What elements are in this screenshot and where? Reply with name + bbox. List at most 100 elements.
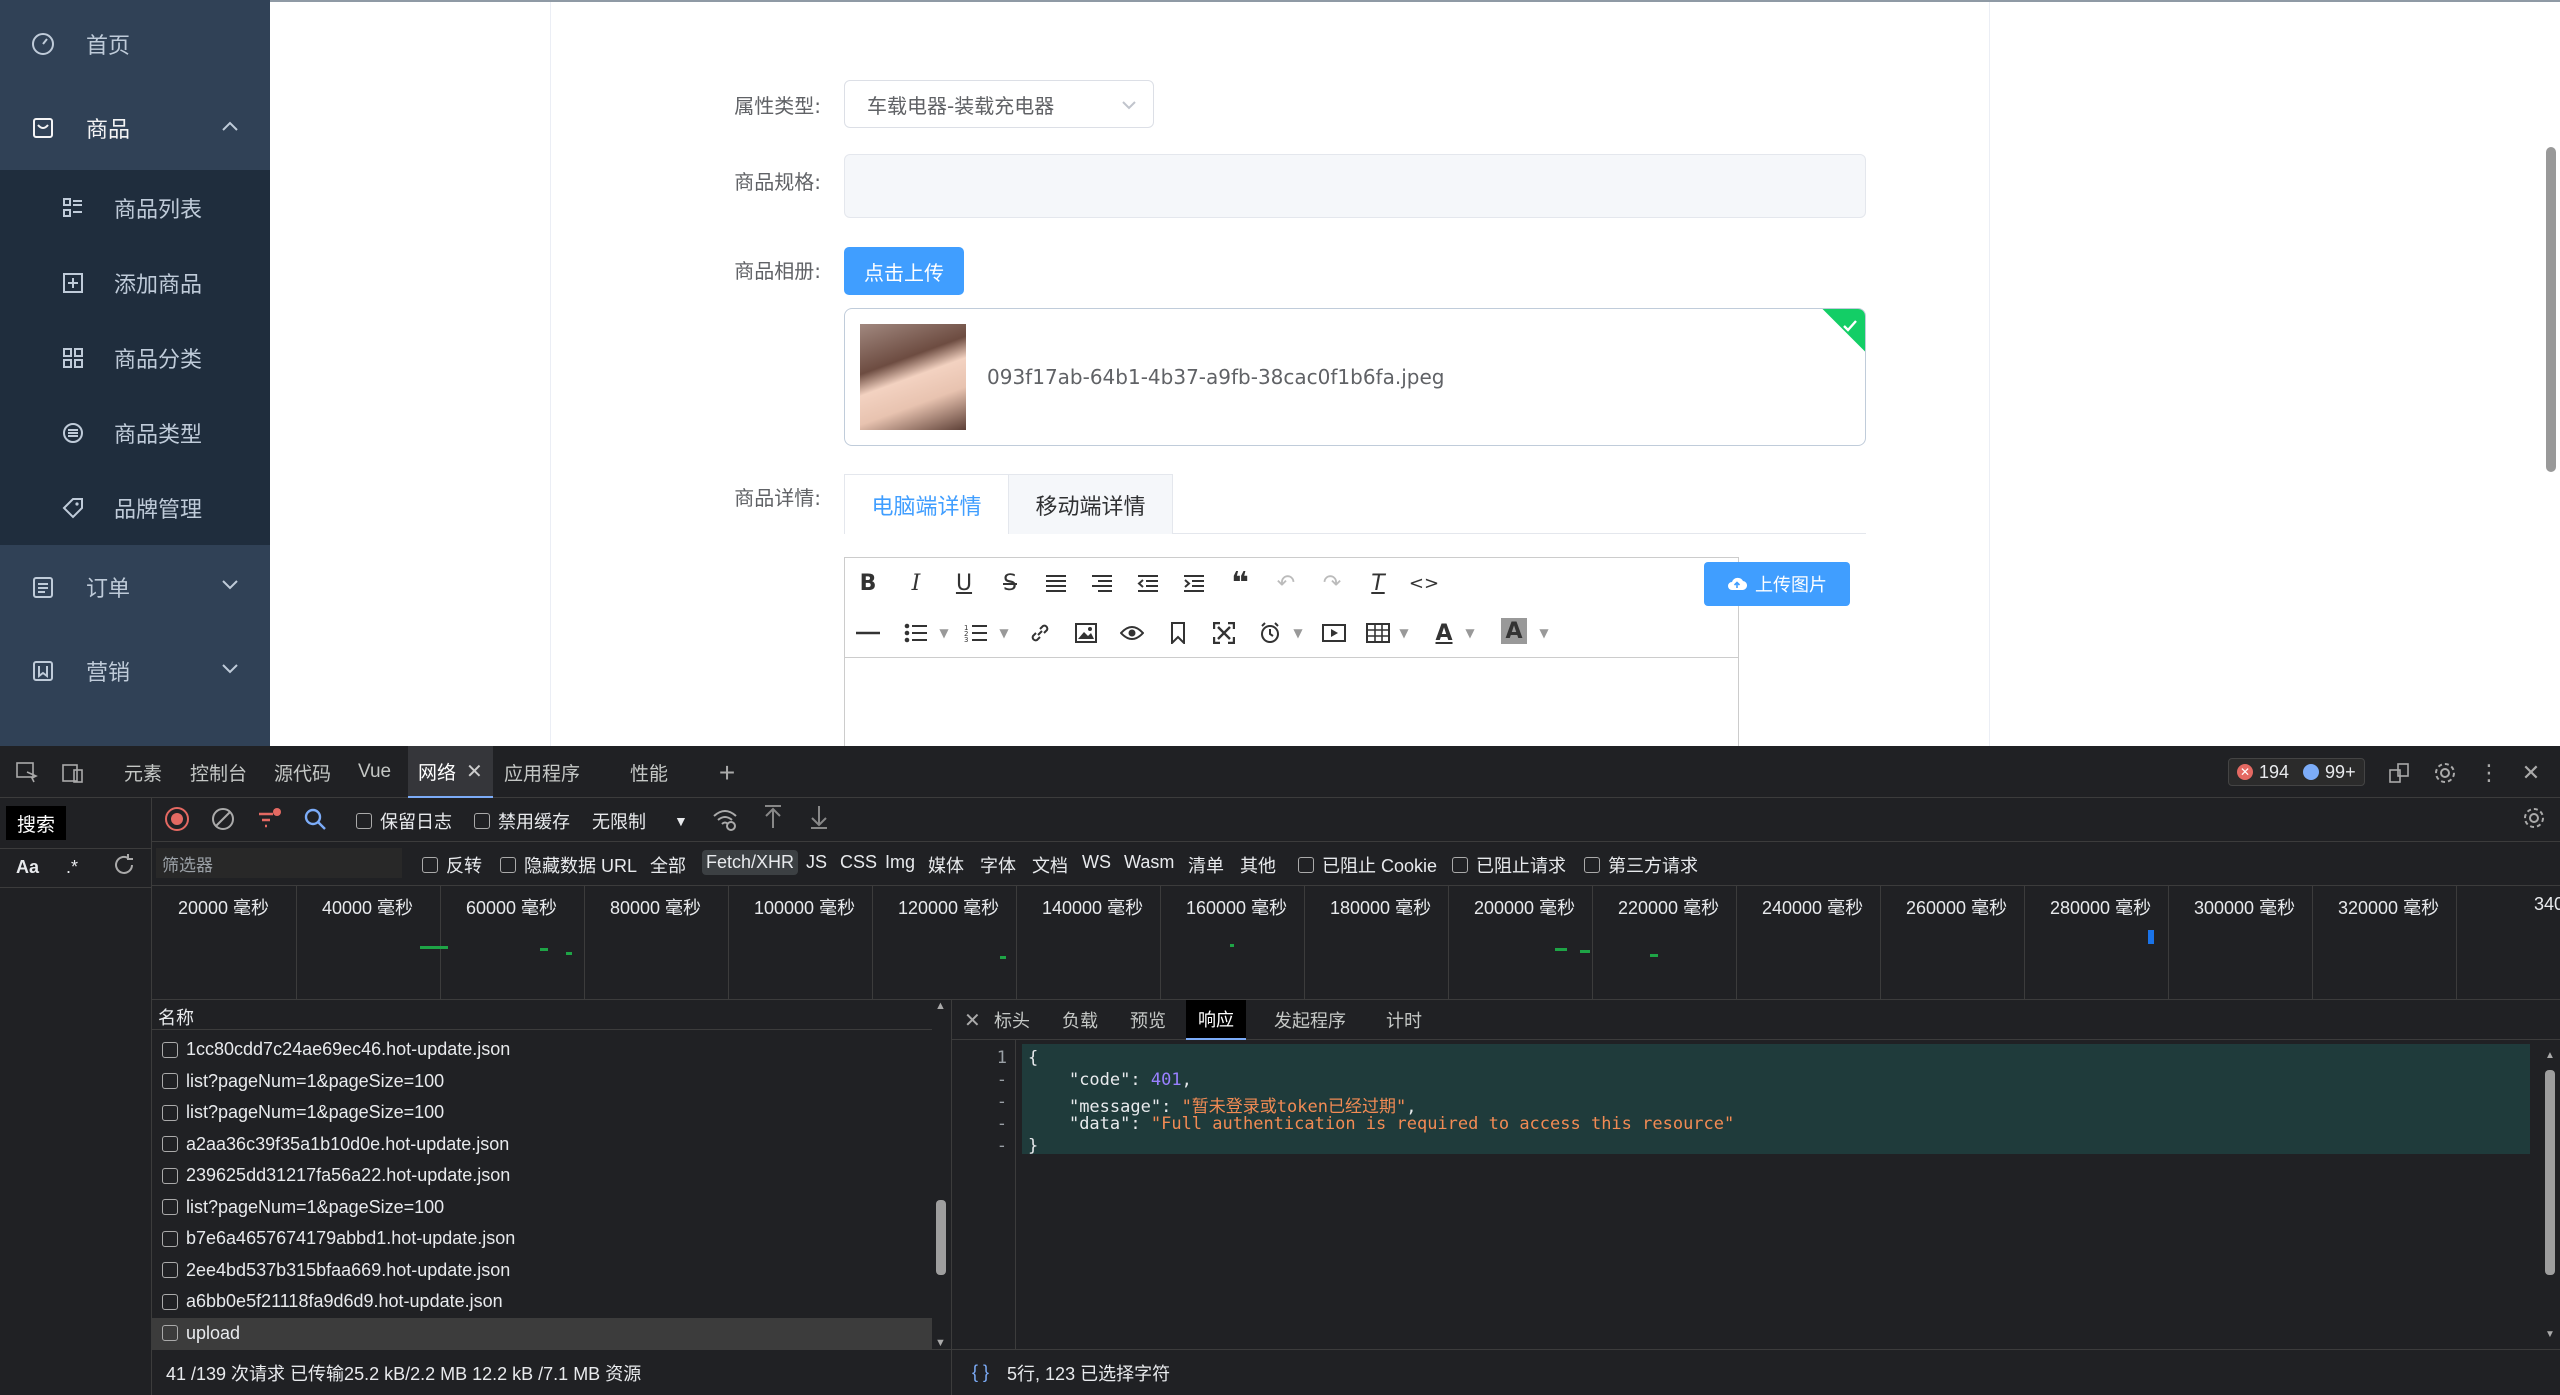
request-list-scrollbar-thumb[interactable] xyxy=(936,1200,946,1275)
table-row[interactable]: 239625dd31217fa56a22.hot-update.json xyxy=(152,1160,932,1191)
tab-vue[interactable]: Vue xyxy=(358,746,391,798)
checkbox[interactable] xyxy=(1452,857,1468,873)
click-upload-button[interactable]: 点击上传 xyxy=(844,247,964,295)
attr-type-select[interactable]: 车载电器-装载充电器 xyxy=(844,80,1154,128)
throttle-select[interactable]: 无限制 ▼ xyxy=(592,808,688,834)
sidebar-item-home[interactable]: 首页 xyxy=(0,2,270,86)
disable-cache-checkbox[interactable]: 禁用缓存 xyxy=(474,808,570,834)
search-tab[interactable]: 搜索 xyxy=(6,806,66,840)
response-body-code[interactable]: { "code": 401, "message": "暂未登录或token已经过… xyxy=(1022,1044,2532,1349)
filter-icon[interactable] xyxy=(256,806,282,832)
hide-data-url-checkbox[interactable]: 隐藏数据 URL xyxy=(500,852,637,878)
filter-type-manifest[interactable]: 清单 xyxy=(1184,850,1228,880)
checkbox[interactable] xyxy=(422,857,438,873)
align-right-icon[interactable] xyxy=(1087,568,1117,598)
tab-sources[interactable]: 源代码 xyxy=(274,746,331,798)
filter-type-js[interactable]: JS xyxy=(802,850,831,875)
tab-response[interactable]: 响应 xyxy=(1186,1000,1246,1040)
tab-initiator[interactable]: 发起程序 xyxy=(1262,1000,1358,1040)
tab-pc-detail[interactable]: 电脑端详情 xyxy=(844,474,1009,534)
sidebar-item-product[interactable]: 商品 xyxy=(0,86,270,170)
sidebar-item-product-list[interactable]: 商品列表 xyxy=(0,170,270,245)
uploaded-image-thumbnail[interactable] xyxy=(860,324,966,430)
sidebar-item-order[interactable]: 订单 xyxy=(0,545,270,629)
sidebar-item-product-type[interactable]: 商品类型 xyxy=(0,395,270,470)
add-tab-icon[interactable]: + xyxy=(714,757,740,788)
sidebar-item-add-product[interactable]: 添加商品 xyxy=(0,245,270,320)
caret-down-icon[interactable]: ▼ xyxy=(1389,618,1419,648)
scroll-down-icon[interactable]: ▼ xyxy=(935,1337,946,1349)
filter-type-css[interactable]: CSS xyxy=(836,850,881,875)
horizontal-rule-icon[interactable] xyxy=(853,618,883,648)
preserve-log-checkbox[interactable]: 保留日志 xyxy=(356,808,452,834)
sidebar-item-brand[interactable]: 品牌管理 xyxy=(0,470,270,545)
checkbox[interactable] xyxy=(1584,857,1600,873)
invert-checkbox[interactable]: 反转 xyxy=(422,852,482,878)
sync-icon[interactable] xyxy=(2386,760,2412,786)
import-har-icon[interactable] xyxy=(762,804,784,830)
bold-icon[interactable]: B xyxy=(853,568,883,598)
close-devtools-icon[interactable]: ✕ xyxy=(2518,760,2544,786)
error-badge[interactable]: ✕ 194 99+ xyxy=(2228,758,2365,786)
undo-icon[interactable]: ↶ xyxy=(1271,568,1301,598)
filter-type-font[interactable]: 字体 xyxy=(976,850,1020,880)
filter-type-ws[interactable]: WS xyxy=(1078,850,1115,875)
table-row[interactable]: a2aa36c39f35a1b10d0e.hot-update.json xyxy=(152,1129,932,1160)
more-vertical-icon[interactable]: ⋮ xyxy=(2476,760,2502,786)
caret-down-icon[interactable]: ▼ xyxy=(1529,618,1559,648)
request-list-header-name[interactable]: 名称 xyxy=(152,1000,932,1030)
background-color-icon[interactable]: A xyxy=(1501,618,1527,644)
table-row[interactable]: list?pageNum=1&pageSize=100 xyxy=(152,1097,932,1128)
caret-down-icon[interactable]: ▼ xyxy=(929,618,959,648)
table-row[interactable]: 2ee4bd537b315bfaa669.hot-update.json xyxy=(152,1255,932,1286)
refresh-icon[interactable] xyxy=(112,853,136,882)
video-icon[interactable] xyxy=(1319,618,1349,648)
tab-mobile-detail[interactable]: 移动端详情 xyxy=(1008,474,1173,534)
third-party-checkbox[interactable]: 第三方请求 xyxy=(1584,852,1698,878)
network-conditions-icon[interactable] xyxy=(712,806,738,832)
settings-gear-icon[interactable] xyxy=(2432,760,2458,786)
export-har-icon[interactable] xyxy=(808,804,830,830)
page-scrollbar[interactable] xyxy=(2540,2,2560,746)
image-icon[interactable] xyxy=(1071,618,1101,648)
sidebar-item-product-category[interactable]: 商品分类 xyxy=(0,320,270,395)
table-row[interactable]: b7e6a4657674179abbd1.hot-update.json xyxy=(152,1223,932,1254)
filter-type-media[interactable]: 媒体 xyxy=(924,850,968,880)
regex-toggle[interactable]: .* xyxy=(66,857,78,878)
page-scrollbar-thumb[interactable] xyxy=(2546,147,2556,472)
request-list-scrollbar[interactable]: ▲ ▼ xyxy=(933,1000,949,1349)
clear-format-icon[interactable]: T xyxy=(1363,568,1393,598)
tab-payload[interactable]: 负载 xyxy=(1050,1000,1110,1040)
response-scrollbar-thumb[interactable] xyxy=(2545,1070,2555,1275)
device-toolbar-icon[interactable] xyxy=(60,760,86,786)
quote-icon[interactable]: ❝ xyxy=(1225,566,1255,601)
tab-elements[interactable]: 元素 xyxy=(124,746,162,798)
network-timeline-overview[interactable]: 20000 毫秒 40000 毫秒 60000 毫秒 80000 毫秒 100000 毫… xyxy=(152,886,2560,1000)
scroll-down-icon[interactable]: ▼ xyxy=(2545,1329,2555,1340)
strikethrough-icon[interactable]: S xyxy=(995,568,1025,598)
italic-icon[interactable]: I xyxy=(901,568,931,598)
tab-console[interactable]: 控制台 xyxy=(190,746,247,798)
preview-eye-icon[interactable] xyxy=(1117,618,1147,648)
align-left-icon[interactable] xyxy=(1041,568,1071,598)
spec-input[interactable] xyxy=(844,154,1866,218)
caret-down-icon[interactable]: ▼ xyxy=(1283,618,1313,648)
tab-preview[interactable]: 预览 xyxy=(1118,1000,1178,1040)
table-row[interactable]: list?pageNum=1&pageSize=100 xyxy=(152,1066,932,1097)
scroll-up-icon[interactable]: ▲ xyxy=(2545,1050,2555,1061)
caret-down-icon[interactable]: ▼ xyxy=(1455,618,1485,648)
checkbox[interactable] xyxy=(1298,857,1314,873)
outdent-icon[interactable] xyxy=(1133,568,1163,598)
filter-type-wasm[interactable]: Wasm xyxy=(1120,850,1178,875)
filter-type-all[interactable]: 全部 xyxy=(646,850,690,880)
scroll-up-icon[interactable]: ▲ xyxy=(935,1000,946,1012)
match-case-toggle[interactable]: Aa xyxy=(16,857,39,878)
filter-type-img[interactable]: Img xyxy=(881,850,919,875)
table-row[interactable]: a6bb0e5f21118fa9d6d9.hot-update.json xyxy=(152,1286,932,1317)
filter-type-fetch-xhr[interactable]: Fetch/XHR xyxy=(702,850,799,875)
checkbox[interactable] xyxy=(500,857,516,873)
tab-application[interactable]: 应用程序 xyxy=(504,746,580,798)
code-icon[interactable]: <> xyxy=(1409,568,1439,598)
network-settings-gear-icon[interactable] xyxy=(2522,806,2546,830)
bullet-list-icon[interactable] xyxy=(901,618,931,648)
